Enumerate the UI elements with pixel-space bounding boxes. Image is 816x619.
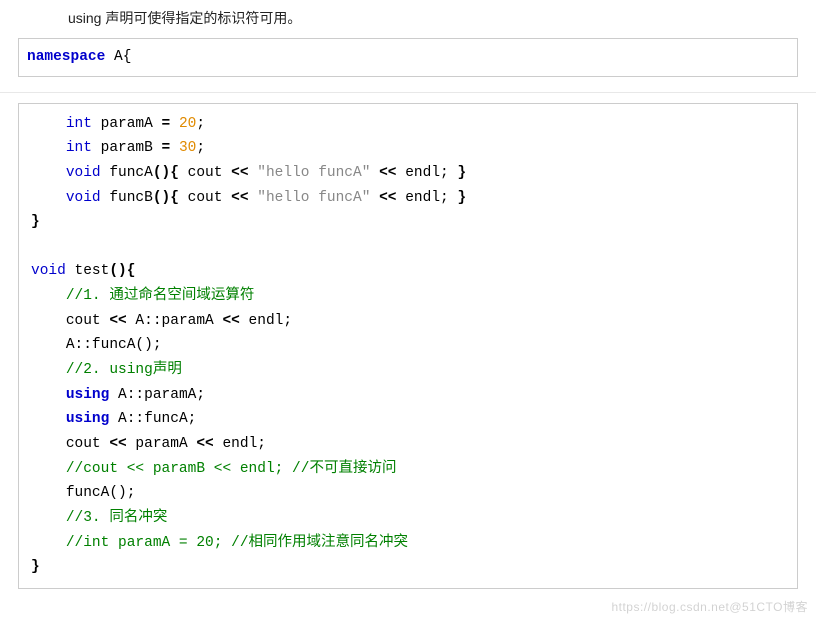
code-line: int paramA = 20;: [31, 116, 205, 132]
code-line: }: [31, 214, 40, 230]
code-line: cout << paramA << endl;: [31, 436, 266, 452]
code-line: A::funcA();: [31, 337, 162, 353]
code-line: void funcA(){ cout << "hello funcA" << e…: [31, 165, 466, 181]
kw-namespace: namespace: [27, 49, 105, 65]
code-line: //3. 同名冲突: [31, 510, 167, 526]
code-line: //2. using声明: [31, 362, 182, 378]
code-line: void test(){: [31, 263, 135, 279]
code-line: using A::funcA;: [31, 411, 196, 427]
code-line: //1. 通过命名空间域运算符: [31, 288, 254, 304]
code-line: //cout << paramB << endl; //不可直接访问: [31, 461, 396, 477]
code-block-namespace-decl: namespace A{: [18, 38, 798, 77]
code-line: int paramB = 30;: [31, 140, 205, 156]
code-line: using A::paramA;: [31, 387, 205, 403]
code-line: }: [31, 559, 40, 575]
code-block-main: int paramA = 20; int paramB = 30; void f…: [18, 103, 798, 589]
code-line: void funcB(){ cout << "hello funcA" << e…: [31, 190, 466, 206]
intro-text: using 声明可使得指定的标识符可用。: [68, 8, 798, 28]
section-divider: [18, 77, 798, 103]
document-page: using 声明可使得指定的标识符可用。 namespace A{ int pa…: [0, 0, 816, 599]
watermark-text: https://blog.csdn.net@51CTO博客: [611, 598, 808, 615]
code-text: A{: [105, 49, 131, 65]
code-line: //int paramA = 20; //相同作用域注意同名冲突: [31, 535, 408, 551]
code-line: funcA();: [31, 485, 135, 501]
code-line: cout << A::paramA << endl;: [31, 313, 292, 329]
